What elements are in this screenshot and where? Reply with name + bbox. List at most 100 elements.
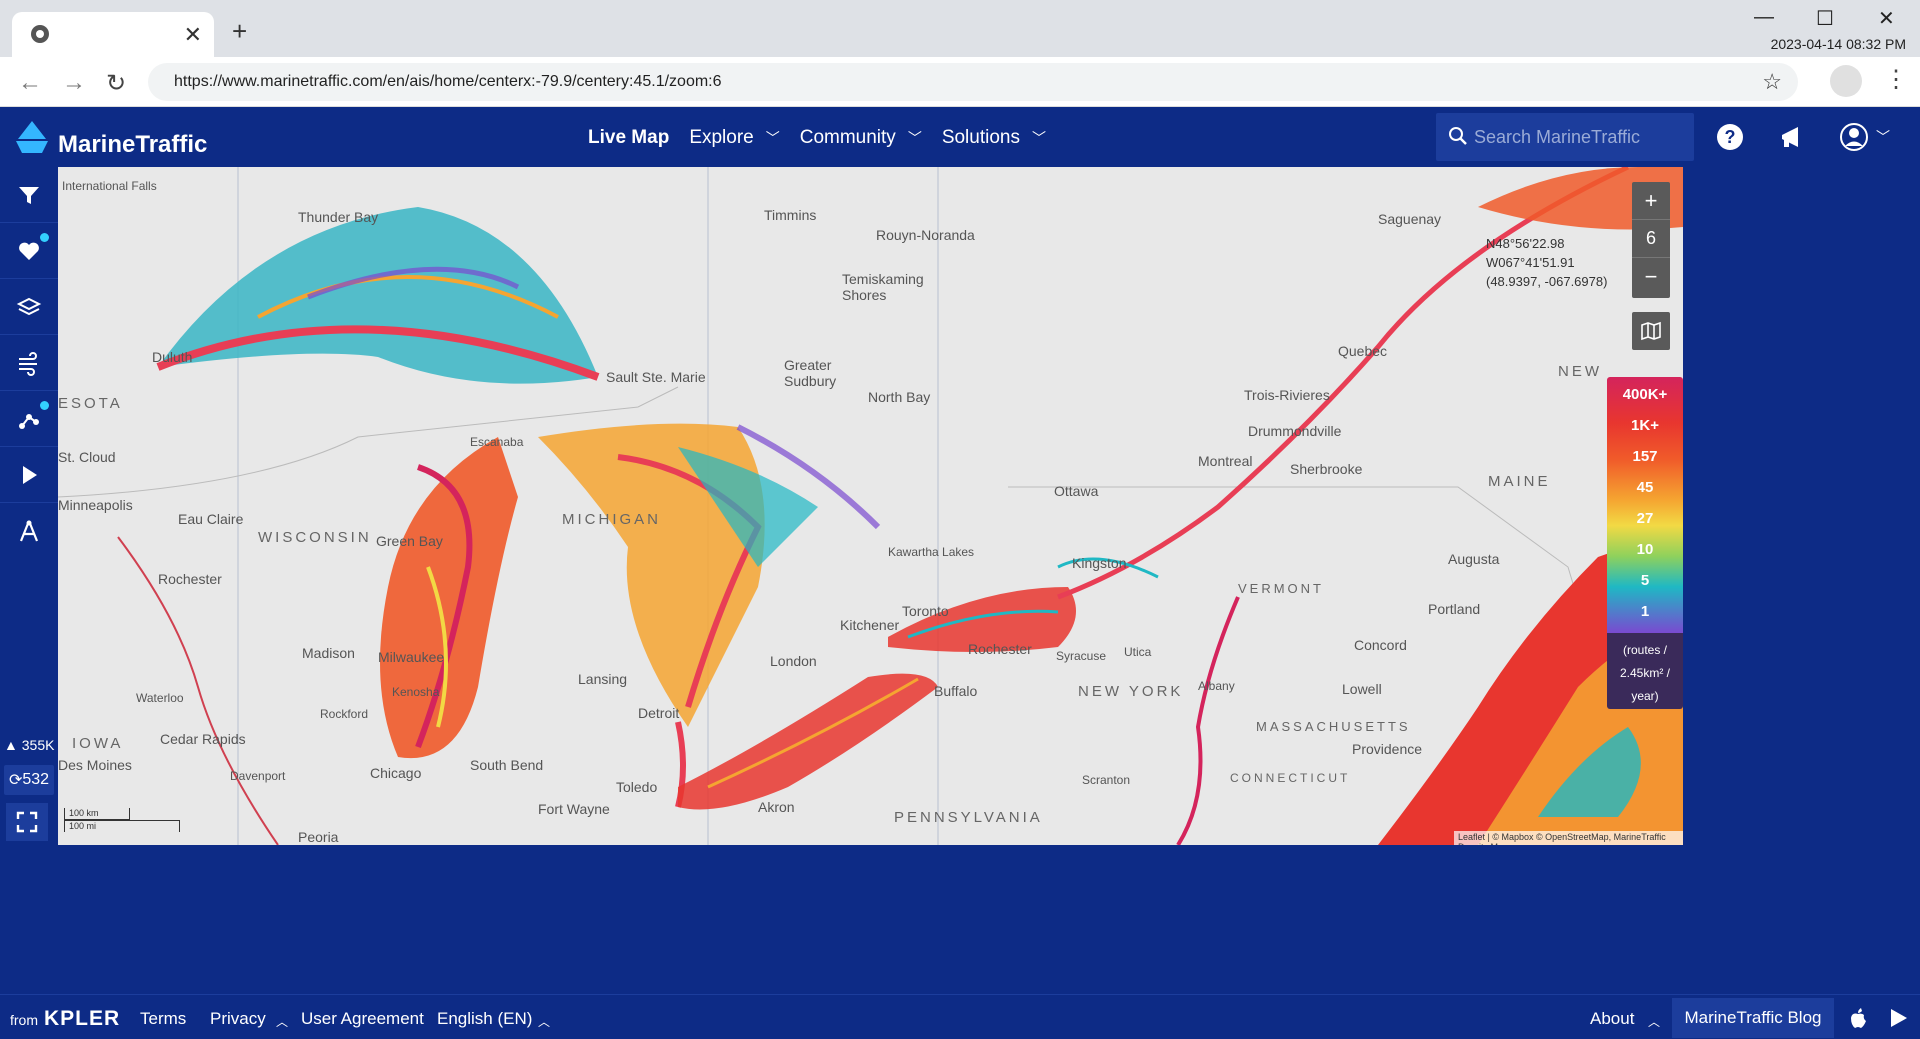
map-place-label: Kawartha Lakes [888, 545, 975, 559]
map-attribution[interactable]: Leaflet | © Mapbox © OpenStreetMap, Mari… [1454, 831, 1683, 845]
map-place-label: Green Bay [376, 533, 443, 549]
map-place-label: Toronto [902, 603, 949, 619]
legend-gradient [1607, 377, 1683, 633]
map-place-label: Thunder Bay [298, 209, 379, 225]
reload-icon[interactable]: ↻ [106, 69, 126, 98]
map-place-label: Greater Sudbury [784, 357, 837, 389]
map-place-label: Toledo [616, 779, 658, 795]
ports-count[interactable]: ⟳ 532 [4, 765, 54, 795]
new-tab-button[interactable]: + [232, 16, 247, 47]
map-place-label: Lowell [1342, 681, 1382, 697]
my-fleets-button[interactable] [0, 223, 58, 279]
playback-button[interactable] [0, 447, 58, 503]
map-place-label: Rochester [158, 571, 222, 587]
nav-explore[interactable]: Explore ﹀ [689, 127, 779, 149]
language-selector[interactable]: English (EN) [437, 1009, 532, 1029]
footer-about[interactable]: About [1590, 1009, 1634, 1029]
map-place-label: Waterloo [136, 691, 184, 705]
site-header: MarineTraffic Live Map Explore ﹀ Communit… [0, 107, 1920, 167]
map-region-label: CONNECTICUT [1230, 771, 1351, 785]
nav-label: Community [799, 127, 896, 148]
map-place-label: Scranton [1082, 773, 1131, 787]
marinetraffic-blog-button[interactable]: MarineTraffic Blog [1672, 998, 1834, 1038]
address-bar[interactable]: https://www.marinetraffic.com/en/ais/hom… [148, 63, 1798, 101]
chevron-down-icon: ﹀ [907, 130, 922, 146]
zoom-out-button[interactable]: − [1632, 258, 1670, 296]
weather-button[interactable] [0, 335, 58, 391]
search-input[interactable]: Search MarineTraffic [1436, 113, 1694, 161]
map-place-label: International Falls [62, 179, 157, 193]
nav-live-map[interactable]: Live Map [588, 127, 669, 149]
expand-icon [16, 811, 38, 833]
map-place-label: London [770, 653, 817, 669]
notification-dot [40, 233, 49, 242]
map-place-label: Rochester [968, 641, 1032, 657]
chevron-up-icon[interactable]: ︿ [538, 1013, 550, 1030]
chevron-up-icon[interactable]: ︿ [276, 1013, 288, 1030]
zoom-level: 6 [1632, 220, 1670, 258]
bookmark-star-icon[interactable]: ☆ [1762, 69, 1782, 95]
filters-button[interactable] [0, 167, 58, 223]
map-place-label: Syracuse [1056, 649, 1107, 663]
nav-community[interactable]: Community ﹀ [800, 127, 922, 149]
close-tab-icon[interactable]: ✕ [184, 22, 202, 48]
logo-text[interactable]: MarineTraffic [58, 131, 207, 159]
chevron-down-icon: ﹀ [1031, 130, 1046, 146]
user-menu-chevron-icon[interactable]: ﹀ [1876, 127, 1890, 147]
layers-button[interactable] [0, 279, 58, 335]
coord-lat: N48°56'22.98 [1486, 236, 1565, 251]
map-place-label: Lansing [578, 671, 628, 687]
site-footer: from KPLER Terms Privacy ︿ User Agreemen… [0, 994, 1920, 1039]
browser-menu-icon[interactable]: ⋮ [1884, 65, 1908, 94]
nav-label: Explore [689, 127, 754, 148]
measure-distance-button[interactable] [0, 391, 58, 447]
scale-km: 100 km [64, 808, 130, 820]
map-place-label: Rockford [320, 707, 369, 721]
kpler-logo[interactable]: KPLER [44, 1007, 120, 1031]
nav-label: Solutions [941, 127, 1020, 148]
google-play-icon[interactable] [1888, 1007, 1910, 1029]
user-account-icon[interactable] [1838, 121, 1870, 153]
chevron-up-icon[interactable]: ︿ [1648, 1013, 1660, 1030]
browser-tab[interactable]: ✕ [12, 12, 214, 57]
fullscreen-button[interactable] [6, 803, 48, 841]
zoom-control: + 6 − [1632, 182, 1670, 298]
help-icon[interactable]: ? [1714, 121, 1746, 153]
route-forecast-button[interactable] [0, 503, 58, 559]
ports-count-value: 532 [22, 771, 50, 788]
map-place-label: North Bay [868, 389, 931, 405]
footer-from: from [10, 1012, 38, 1028]
map-place-label: Peoria [298, 829, 339, 845]
forward-icon[interactable]: → [62, 69, 86, 97]
nav-solutions[interactable]: Solutions ﹀ [942, 127, 1046, 149]
close-window-icon[interactable]: ✕ [1878, 6, 1895, 31]
map-place-label: Fort Wayne [538, 801, 610, 817]
map-place-label: Rouyn-Noranda [876, 227, 975, 243]
live-map[interactable]: International Falls Thunder Bay Timmins … [58, 167, 1683, 845]
map-icon [1641, 321, 1661, 341]
footer-link-user-agreement[interactable]: User Agreement [301, 1009, 424, 1029]
announcements-megaphone-icon[interactable] [1776, 121, 1808, 153]
map-place-label: Saguenay [1378, 211, 1442, 227]
footer-link-privacy[interactable]: Privacy [210, 1009, 266, 1029]
map-region-label: VERMONT [1238, 581, 1324, 596]
footer-link-terms[interactable]: Terms [140, 1009, 186, 1029]
map-type-button[interactable] [1632, 312, 1670, 350]
maximize-window-icon[interactable]: ☐ [1816, 6, 1834, 31]
map-region-label: NEW YORK [1078, 683, 1184, 700]
density-map-canvas[interactable] [58, 167, 1683, 845]
map-place-label: Ottawa [1054, 483, 1099, 499]
blog-label: MarineTraffic Blog [1684, 1008, 1822, 1027]
legend-label: 45 [1636, 479, 1654, 496]
coord-lon: W067°41'51.91 [1486, 255, 1575, 270]
browser-profile-icon[interactable] [1830, 65, 1862, 97]
map-place-label: Eau Claire [178, 511, 244, 527]
back-icon[interactable]: ← [18, 69, 42, 97]
minimize-window-icon[interactable]: — [1754, 6, 1774, 29]
zoom-in-button[interactable]: + [1632, 182, 1670, 220]
apple-app-store-icon[interactable] [1848, 1007, 1868, 1029]
marinetraffic-logo-icon[interactable] [12, 117, 52, 157]
legend-unit: (routes / 2.45km² / year) [1607, 633, 1683, 709]
map-place-label: Concord [1354, 637, 1407, 653]
map-place-label: Sault Ste. Marie [606, 369, 706, 385]
